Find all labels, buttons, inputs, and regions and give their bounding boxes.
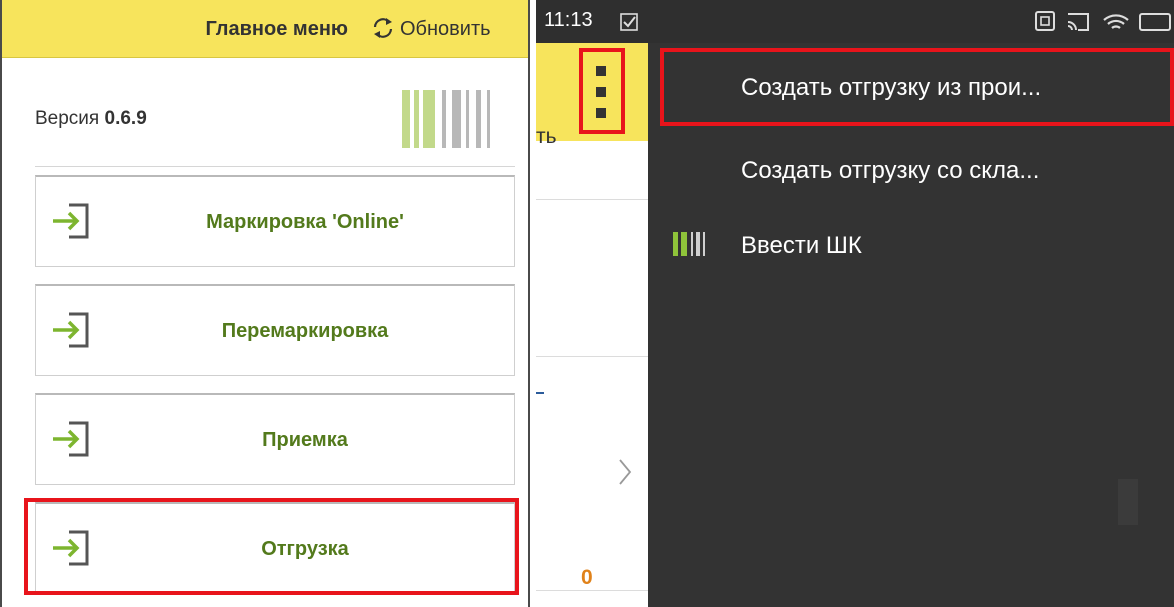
page-title: Главное меню: [205, 18, 348, 40]
enter-icon: [53, 530, 89, 566]
nfc-icon: [1035, 11, 1055, 31]
menu-item-label: Ввести ШК: [741, 232, 862, 259]
status-icons: [1035, 11, 1171, 31]
enter-icon: [53, 203, 89, 239]
barcode-logo: [402, 90, 490, 148]
divider: [536, 590, 648, 591]
button-label: Маркировка 'Online': [206, 211, 404, 233]
background-app-strip: ть 0: [536, 0, 648, 607]
divider: [536, 199, 648, 200]
cast-icon: [1067, 13, 1089, 31]
button-label: Перемаркировка: [221, 320, 389, 342]
scroll-indicator: [1118, 479, 1138, 525]
enter-icon: [53, 421, 89, 457]
menu-item-label: Создать отгрузку из прои...: [741, 74, 1042, 101]
divider: [35, 166, 515, 167]
battery-icon: [1139, 13, 1171, 31]
menu-item-create-shipment-from-warehouse[interactable]: Создать отгрузку со скла...: [648, 133, 1174, 205]
count-value: 0: [581, 566, 593, 589]
receiving-button[interactable]: Приемка: [35, 393, 515, 485]
refresh-button[interactable]: Обновить: [400, 18, 491, 41]
remarking-button[interactable]: Перемаркировка: [35, 284, 515, 376]
menu-item-enter-barcode[interactable]: Ввести ШК: [648, 208, 1174, 280]
shipment-button[interactable]: Отгрузка: [35, 502, 515, 594]
main-menu-panel: Главное меню Обновить Версия 0.6.9 Марки…: [0, 0, 530, 607]
chevron-right-icon[interactable]: [618, 458, 632, 486]
version-value: 0.6.9: [104, 108, 147, 129]
button-label: Приемка: [262, 429, 348, 451]
divider: [536, 392, 544, 394]
divider: [536, 356, 648, 357]
highlight-frame: [579, 48, 625, 134]
menu-item-create-shipment-from-production[interactable]: Создать отгрузку из прои...: [648, 50, 1174, 122]
overflow-menu: Создать отгрузку из прои... Создать отгр…: [648, 43, 1174, 607]
enter-icon: [53, 312, 89, 348]
menu-item-label: Создать отгрузку со скла...: [741, 157, 1040, 184]
status-time: 11:13: [544, 9, 593, 31]
version-info: Версия 0.6.9: [35, 108, 147, 130]
notification-check-icon: [620, 13, 638, 31]
status-bar: 11:13: [536, 0, 1174, 43]
toolbar-partial-label: ть: [536, 125, 557, 148]
refresh-icon[interactable]: [370, 15, 396, 41]
main-menu-header: Главное меню Обновить: [2, 0, 528, 58]
barcode-icon: [673, 232, 705, 256]
marking-online-button[interactable]: Маркировка 'Online': [35, 175, 515, 267]
version-label: Версия: [35, 108, 100, 129]
wifi-icon: [1103, 14, 1129, 29]
button-label: Отгрузка: [261, 538, 349, 560]
